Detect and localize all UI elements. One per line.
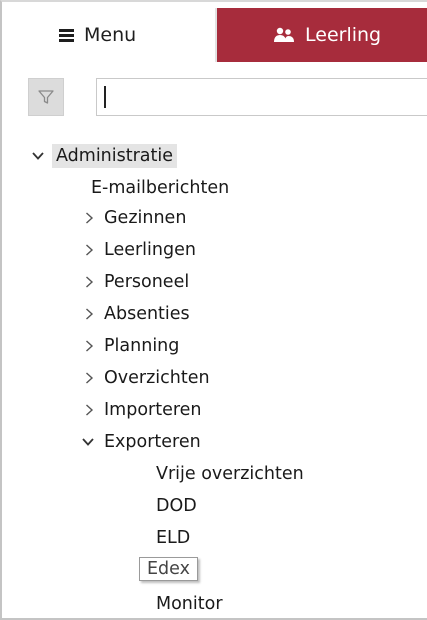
tree-root-administratie[interactable]: Administratie [52, 142, 178, 170]
tree-item-label: Planning [104, 336, 180, 356]
filter-bar [2, 62, 427, 132]
chevron-right-icon[interactable] [82, 243, 96, 257]
tab-menu[interactable]: Menu [14, 8, 217, 62]
tab-bar: Menu Leerling [2, 2, 427, 62]
chevron-right-icon[interactable] [82, 275, 96, 289]
tree-item-label: E-mailberichten [91, 178, 230, 198]
tree-item-emailberichten[interactable]: E-mailberichten [87, 174, 233, 202]
tab-menu-label: Menu [84, 24, 137, 46]
chevron-down-icon[interactable] [31, 149, 45, 163]
filter-icon [38, 90, 54, 104]
tree-item-eld[interactable]: ELD [152, 524, 194, 552]
tree-item-label: ELD [156, 528, 191, 548]
people-icon [274, 27, 294, 42]
search-input[interactable] [96, 78, 427, 116]
menu-panel: Menu Leerling Administratie E-mailberich… [0, 0, 427, 620]
tree-item-tooltip-label: Edex [139, 557, 198, 581]
tree-item-monitor[interactable]: Monitor [152, 590, 227, 618]
tree-item-gezinnen[interactable]: Gezinnen [100, 204, 190, 232]
tree-item-label: DOD [156, 496, 197, 516]
tree-item-label: Importeren [104, 400, 202, 420]
tree-item-vrije-overzichten[interactable]: Vrije overzichten [152, 460, 308, 488]
tab-leerling-label: Leerling [305, 24, 382, 46]
tree-root-label: Administratie [52, 144, 178, 168]
tree-item-label: Leerlingen [104, 240, 196, 260]
tree-item-label: Exporteren [104, 432, 201, 452]
tree-item-dod[interactable]: DOD [152, 492, 201, 520]
tree-item-overzichten[interactable]: Overzichten [100, 364, 214, 392]
chevron-right-icon[interactable] [82, 403, 96, 417]
menu-tree: Administratie E-mailberichten Gezinnen L… [2, 132, 427, 620]
tree-item-label: Vrije overzichten [156, 464, 304, 484]
tab-leerling[interactable]: Leerling [217, 8, 427, 62]
tree-item-personeel[interactable]: Personeel [100, 268, 193, 296]
tree-item-label: Absenties [104, 304, 190, 324]
chevron-right-icon[interactable] [82, 211, 96, 225]
chevron-right-icon[interactable] [82, 307, 96, 321]
tree-item-label: Gezinnen [104, 208, 187, 228]
filter-button[interactable] [28, 78, 64, 116]
tree-item-planning[interactable]: Planning [100, 332, 183, 360]
tree-item-label: Personeel [104, 272, 190, 292]
chevron-down-icon[interactable] [81, 435, 95, 449]
text-caret [104, 86, 106, 108]
chevron-right-icon[interactable] [82, 339, 96, 353]
chevron-right-icon[interactable] [82, 371, 96, 385]
tree-item-exporteren[interactable]: Exporteren [100, 428, 205, 456]
tree-item-label: Monitor [156, 594, 223, 614]
tree-item-edex[interactable]: Edex [139, 555, 198, 583]
tree-item-leerlingen[interactable]: Leerlingen [100, 236, 200, 264]
tree-item-absenties[interactable]: Absenties [100, 300, 194, 328]
tree-item-label: Overzichten [104, 368, 210, 388]
tree-item-importeren[interactable]: Importeren [100, 396, 206, 424]
hamburger-icon [59, 28, 74, 42]
